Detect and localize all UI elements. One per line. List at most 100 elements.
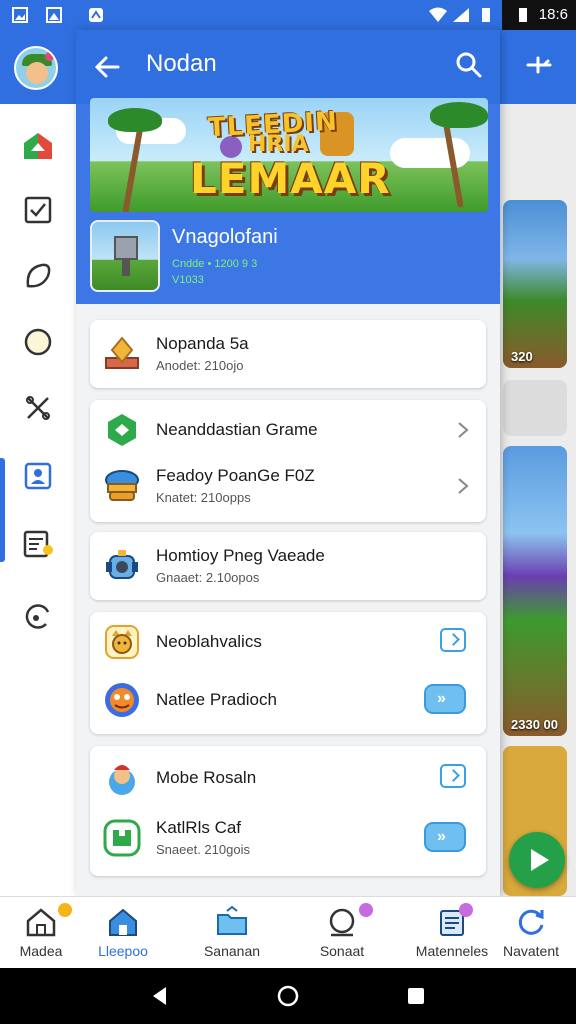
leaf-icon <box>26 263 51 288</box>
notification-badge <box>459 903 473 917</box>
game-tile[interactable]: 320 <box>503 200 567 368</box>
nav-label: Sonaat <box>319 943 365 959</box>
app-meta: Cndde • 1200 9 3 <box>172 258 258 270</box>
document-badge-icon <box>23 530 53 558</box>
nav-tab-lleepoo[interactable]: Lleepoo <box>68 897 178 969</box>
list-item[interactable]: Neanddastian Grame <box>90 400 486 460</box>
battery-small-icon <box>519 8 527 22</box>
rail-item-reports[interactable] <box>20 526 56 562</box>
list-item[interactable]: Homtioy Pneg Vaeade Gnaaet: 2.10opos <box>90 536 486 596</box>
list-item-title: KatlRls Caf <box>156 818 242 837</box>
app-version: V1033 <box>172 274 204 286</box>
folder-icon <box>217 905 247 935</box>
status-bar: 18:6 <box>0 0 576 30</box>
app-icon[interactable] <box>90 220 160 292</box>
chevron-right-icon <box>458 478 469 494</box>
chat-icon <box>329 908 355 937</box>
forward-icon: » <box>437 828 446 845</box>
store-icon <box>24 133 52 159</box>
rail-active-indicator <box>0 458 5 562</box>
app-bar: Nodan <box>76 30 500 104</box>
list-item-title: Neoblahvalics <box>156 632 262 651</box>
rail-item-contacts[interactable] <box>20 458 56 494</box>
chevron-right-icon <box>458 422 469 438</box>
back-arrow-icon[interactable] <box>92 52 122 82</box>
game-tile-label: 2330 00 <box>511 717 558 732</box>
notification-badge <box>359 903 373 917</box>
list-item-subtitle: Snaeet. 210gois <box>156 842 250 857</box>
game-tile[interactable]: 2330 00 <box>503 446 567 736</box>
list-item[interactable]: Feadoy PoanGe F0Z Knatet: 210opps <box>90 456 486 516</box>
home-circle-icon[interactable] <box>276 984 300 1008</box>
app-hero: TLEEDIN HRIA LEMAAR Vnagolofani Cndde • … <box>76 98 500 304</box>
green-puzzle-icon <box>103 819 141 857</box>
nav-label: Lleepoo <box>98 943 148 959</box>
contact-card-icon <box>24 462 52 490</box>
signal-icon <box>453 8 469 22</box>
list-card: Neoblahvalics Natlee Pradioch » <box>90 612 486 734</box>
play-forward-button[interactable]: » <box>424 822 466 852</box>
burger-icon <box>105 470 139 501</box>
list-item[interactable]: Mobe Rosaln <box>90 748 486 808</box>
image-icon <box>12 7 28 23</box>
recents-icon[interactable] <box>404 984 428 1008</box>
list-item-title: Feadoy PoanGe F0Z <box>156 466 315 485</box>
nav-tab-sonaat[interactable]: Sonaat <box>287 897 397 969</box>
list-item-title: Neanddastian Grame <box>156 420 318 439</box>
game-tile-placeholder <box>503 380 567 436</box>
list-item-title: Homtioy Pneg Vaeade <box>156 546 325 565</box>
tune-icon[interactable] <box>524 50 554 80</box>
nav-tab-navatent[interactable]: Navatent <box>476 897 576 969</box>
search-icon[interactable] <box>454 50 484 80</box>
list-card: Mobe Rosaln KatlRls Caf Snaeet. 210gois … <box>90 746 486 876</box>
game-tile-label: 320 <box>511 349 533 364</box>
open-button[interactable] <box>440 628 466 652</box>
list-card: Neanddastian Grame Feadoy PoanGe F0Z Kna… <box>90 400 486 522</box>
list-item[interactable]: Neoblahvalics <box>90 612 486 672</box>
back-icon[interactable] <box>148 984 172 1008</box>
play-forward-button[interactable]: » <box>424 684 466 714</box>
game-banner[interactable]: TLEEDIN HRIA LEMAAR <box>90 98 488 212</box>
page-title: Nodan <box>146 50 217 77</box>
cat-icon <box>105 625 139 659</box>
gem-icon <box>105 336 139 369</box>
status-time: 18:6 <box>538 6 568 23</box>
checkbox-icon <box>24 196 52 224</box>
list-item-subtitle: Gnaaet: 2.10opos <box>156 570 260 585</box>
rail-item-sync[interactable] <box>20 598 56 634</box>
gallery-icon <box>46 7 62 23</box>
app-name: Vnagolofani <box>172 226 278 248</box>
open-button[interactable] <box>440 764 466 788</box>
list-item[interactable]: Natlee Pradioch » <box>90 670 486 730</box>
character-icon <box>109 765 135 795</box>
play-button[interactable] <box>509 832 565 888</box>
rail-item-tasks[interactable] <box>20 192 56 228</box>
nav-label: Navatent <box>502 943 560 959</box>
list-item-subtitle: Anodet: 210ojo <box>156 358 244 373</box>
home-icon <box>109 908 137 936</box>
wifi-icon <box>429 7 447 22</box>
tools-icon <box>26 396 50 420</box>
banner-logo: LEMAAR <box>190 154 391 203</box>
rail-item-tools[interactable] <box>20 390 56 426</box>
app-notification-icon <box>89 8 103 22</box>
rail-item-store[interactable] <box>20 128 56 164</box>
avatar[interactable] <box>14 46 58 90</box>
home-outline-icon <box>26 908 56 937</box>
circle-icon <box>24 328 52 356</box>
list-item[interactable]: Nopanda 5a Anodet: 210ojo <box>90 324 486 384</box>
nav-tab-sananan[interactable]: Sananan <box>177 897 287 969</box>
forward-icon: » <box>437 690 446 707</box>
list-item-title: Mobe Rosaln <box>156 768 257 787</box>
rail-item-circle[interactable] <box>20 324 56 360</box>
rail-item-shapes[interactable] <box>20 258 56 294</box>
system-navigation-bar <box>0 968 576 1024</box>
robot-icon <box>106 550 138 579</box>
sync-icon <box>25 604 50 629</box>
refresh-icon <box>518 909 544 935</box>
list-item-title: Natlee Pradioch <box>156 690 277 709</box>
bottom-navigation: Madea Lleepoo Sananan Sonaat Matenneles … <box>0 896 576 968</box>
list-card: Nopanda 5a Anodet: 210ojo <box>90 320 486 388</box>
green-shield-icon <box>108 414 136 446</box>
list-item[interactable]: KatlRls Caf Snaeet. 210gois » <box>90 808 486 868</box>
